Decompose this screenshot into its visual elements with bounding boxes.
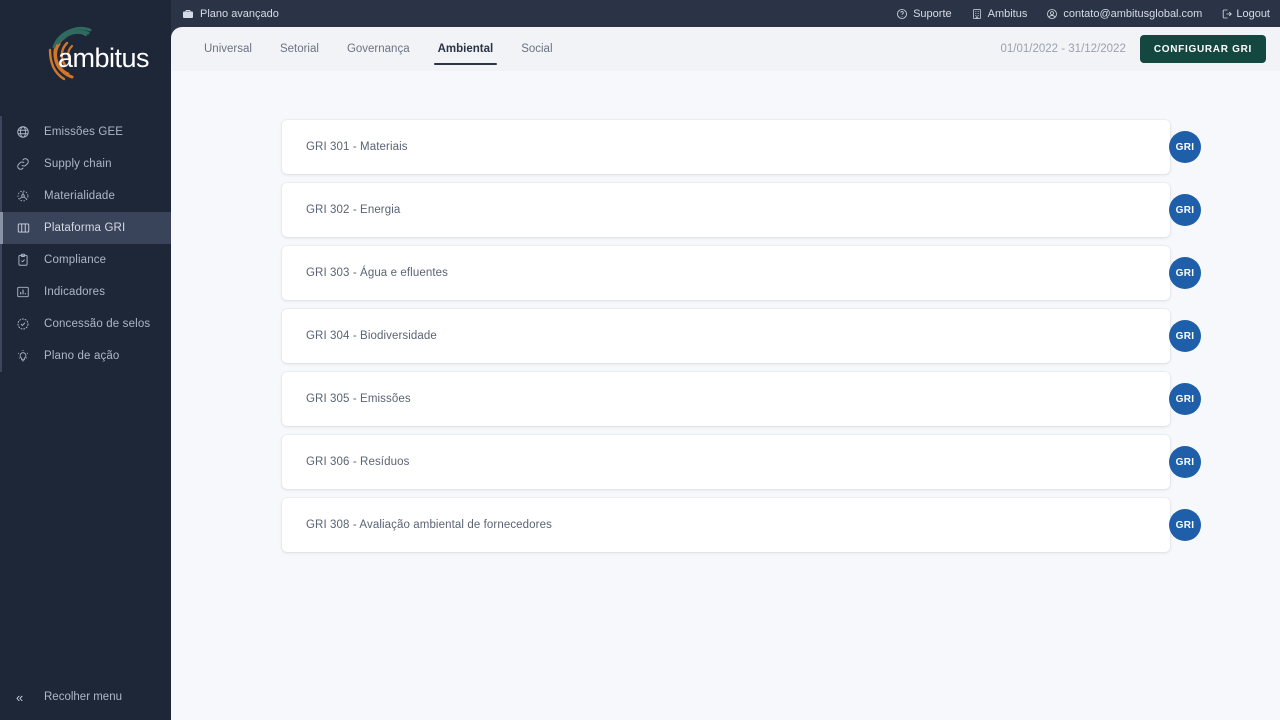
tab-label: Governança: [346, 43, 410, 55]
plan-label: Plano avançado: [200, 7, 279, 20]
app-root: ambitus Emissões GEE Supply chain Materi…: [0, 0, 1280, 720]
sidebar-item-compliance[interactable]: Compliance: [0, 244, 171, 276]
tab-label: Setorial: [279, 43, 319, 55]
support-label: Suporte: [913, 7, 952, 20]
badge-check-icon: [16, 316, 38, 332]
gri-badge[interactable]: GRI: [1169, 320, 1201, 352]
gri-card-title: GRI 308 - Avaliação ambiental de fornece…: [306, 519, 552, 531]
columns-icon: [16, 220, 38, 236]
chevron-double-left-icon: «: [16, 689, 24, 705]
building-icon: [971, 8, 983, 20]
gri-badge[interactable]: GRI: [1169, 383, 1201, 415]
briefcase-icon: [182, 8, 194, 20]
gri-card-303[interactable]: GRI 303 - Água e efluentes GRI: [282, 246, 1201, 300]
sidebar-item-materialidade[interactable]: Materialidade: [0, 180, 171, 212]
sidebar-item-indicadores[interactable]: Indicadores: [0, 276, 171, 308]
sidebar-item-label: Supply chain: [44, 158, 112, 170]
sidebar-item-label: Concessão de selos: [44, 318, 151, 330]
content-area: GRI 301 - Materiais GRI GRI 302 - Energi…: [171, 71, 1280, 720]
account-email-label: contato@ambitusglobal.com: [1063, 7, 1203, 20]
gri-card-305[interactable]: GRI 305 - Emissões GRI: [282, 372, 1201, 426]
gri-badge[interactable]: GRI: [1169, 257, 1201, 289]
item-accent-bar: [0, 276, 2, 308]
svg-text:ambitus: ambitus: [58, 43, 149, 73]
configure-gri-button[interactable]: CONFIGURAR GRI: [1139, 35, 1266, 63]
gri-badge[interactable]: GRI: [1169, 131, 1201, 163]
gri-card-title: GRI 306 - Resíduos: [306, 456, 410, 468]
main-region: Plano avançado Suporte Ambitus contato@a…: [171, 0, 1280, 720]
sidebar-item-label: Compliance: [44, 254, 107, 266]
item-accent-bar: [0, 340, 2, 372]
plan-indicator: Plano avançado: [182, 8, 279, 20]
date-range-display[interactable]: 01/01/2022 - 31/12/2022: [1001, 43, 1126, 55]
support-link[interactable]: Suporte: [896, 8, 952, 20]
item-accent-bar: [0, 308, 2, 340]
top-utility-bar: Plano avançado Suporte Ambitus contato@a…: [171, 0, 1280, 27]
company-label: Ambitus: [987, 7, 1028, 20]
collapse-menu-button[interactable]: « Recolher menu: [0, 674, 171, 720]
account-email[interactable]: contato@ambitusglobal.com: [1046, 8, 1202, 20]
sidebar-item-label: Plano de ação: [44, 350, 120, 362]
clipboard-check-icon: [16, 252, 38, 268]
gri-card-title: GRI 304 - Biodiversidade: [306, 330, 437, 342]
item-accent-bar: [0, 212, 3, 244]
item-accent-bar: [0, 180, 2, 212]
sidebar-item-label: Indicadores: [44, 286, 106, 298]
ambitus-logo-icon: ambitus: [48, 27, 149, 81]
gri-card-title: GRI 305 - Emissões: [306, 393, 411, 405]
logout-icon: [1221, 8, 1233, 20]
gri-card-title: GRI 303 - Água e efluentes: [306, 267, 448, 279]
sidebar: ambitus Emissões GEE Supply chain Materi…: [0, 0, 171, 720]
gri-card-301[interactable]: GRI 301 - Materiais GRI: [282, 120, 1201, 174]
brand-logo[interactable]: ambitus: [0, 0, 171, 110]
logout-label: Logout: [1236, 7, 1270, 20]
lightbulb-icon: [16, 348, 38, 364]
link-icon: [16, 156, 38, 172]
gri-badge[interactable]: GRI: [1169, 509, 1201, 541]
sidebar-item-label: Materialidade: [44, 190, 115, 202]
atom-icon: [16, 188, 38, 204]
tab-label: Social: [521, 43, 553, 55]
user-circle-icon: [1046, 8, 1058, 20]
gri-card-308[interactable]: GRI 308 - Avaliação ambiental de fornece…: [282, 498, 1201, 552]
globe-icon: [16, 124, 38, 140]
sidebar-nav: Emissões GEE Supply chain Materialidade …: [0, 116, 171, 372]
gri-badge[interactable]: GRI: [1169, 446, 1201, 478]
logout-button[interactable]: Logout: [1221, 8, 1270, 20]
sidebar-item-emissoes-gee[interactable]: Emissões GEE: [0, 116, 171, 148]
section-navbar: Universal Setorial Governança Ambiental …: [171, 27, 1280, 71]
item-accent-bar: [0, 148, 2, 180]
tab-ambiental[interactable]: Ambiental: [424, 27, 508, 71]
tab-label: Universal: [204, 43, 252, 55]
sidebar-item-label: Plataforma GRI: [44, 222, 126, 234]
tab-governanca[interactable]: Governança: [333, 27, 424, 71]
gri-card-title: GRI 302 - Energia: [306, 204, 401, 216]
item-accent-bar: [0, 116, 2, 148]
tab-universal[interactable]: Universal: [190, 27, 266, 71]
gri-card-title: GRI 301 - Materiais: [306, 141, 408, 153]
bar-chart-icon: [16, 284, 38, 300]
sidebar-item-plataforma-gri[interactable]: Plataforma GRI: [0, 212, 171, 244]
gri-card-306[interactable]: GRI 306 - Resíduos GRI: [282, 435, 1201, 489]
topbar-utilities: Suporte Ambitus contato@ambitusglobal.co…: [896, 8, 1270, 20]
tab-setorial[interactable]: Setorial: [266, 27, 333, 71]
gri-badge[interactable]: GRI: [1169, 194, 1201, 226]
tab-social[interactable]: Social: [507, 27, 566, 71]
collapse-menu-label: Recolher menu: [44, 691, 122, 703]
sidebar-item-plano-de-acao[interactable]: Plano de ação: [0, 340, 171, 372]
gri-card-list: GRI 301 - Materiais GRI GRI 302 - Energi…: [171, 71, 1280, 552]
gri-card-304[interactable]: GRI 304 - Biodiversidade GRI: [282, 309, 1201, 363]
sidebar-item-supply-chain[interactable]: Supply chain: [0, 148, 171, 180]
gri-card-302[interactable]: GRI 302 - Energia GRI: [282, 183, 1201, 237]
tab-list: Universal Setorial Governança Ambiental …: [190, 27, 567, 71]
tab-label: Ambiental: [437, 43, 494, 55]
item-accent-bar: [0, 244, 2, 276]
question-circle-icon: [896, 8, 908, 20]
company-link[interactable]: Ambitus: [971, 7, 1028, 20]
sidebar-item-concessao-de-selos[interactable]: Concessão de selos: [0, 308, 171, 340]
sidebar-item-label: Emissões GEE: [44, 126, 124, 138]
